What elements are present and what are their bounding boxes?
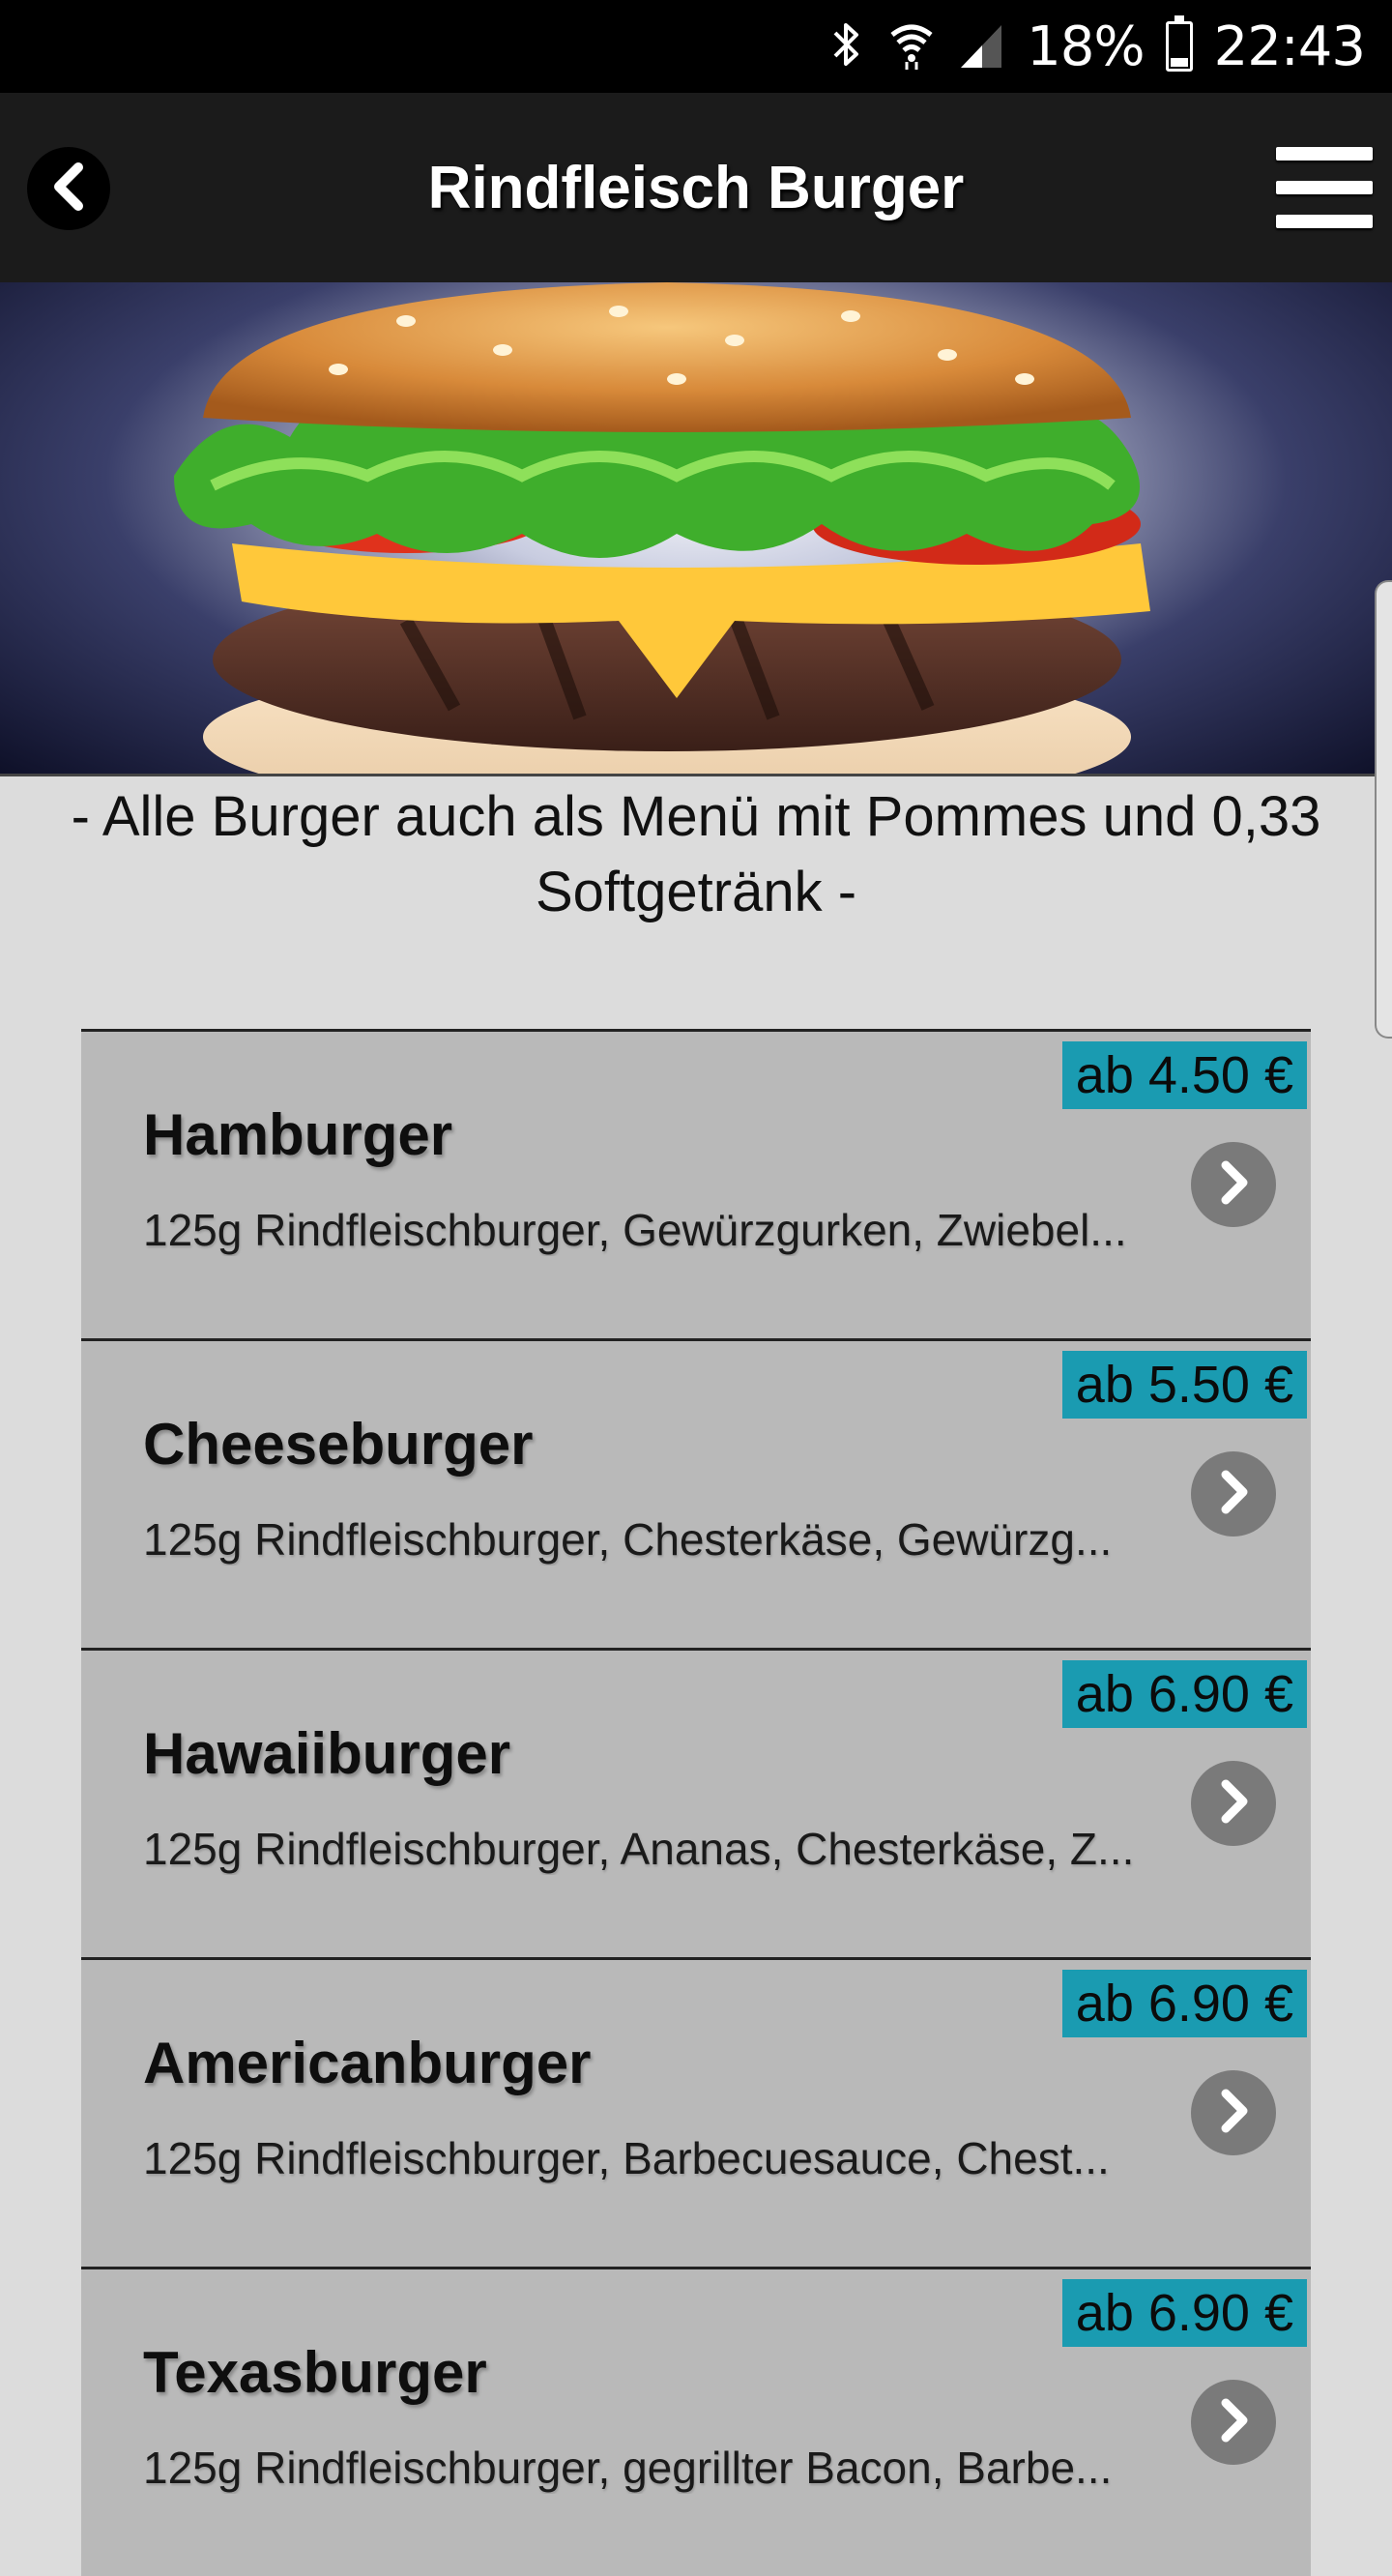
hero-image	[0, 282, 1392, 774]
item-name: Americanburger	[143, 2031, 592, 2095]
price-badge: ab 4.50 €	[1061, 1041, 1307, 1109]
chevron-right-icon	[1214, 2088, 1253, 2139]
item-detail-button[interactable]	[1191, 2380, 1276, 2465]
burger-illustration	[174, 282, 1150, 774]
item-description: 125g Rindfleischburger, Chesterkäse, Gew…	[143, 1514, 1113, 1565]
signal-icon	[957, 17, 1005, 76]
item-detail-button[interactable]	[1191, 1761, 1276, 1846]
status-bar: 18% 22:43	[0, 0, 1392, 93]
item-name: Hawaiiburger	[143, 1721, 511, 1786]
battery-percent: 18%	[1027, 15, 1145, 78]
list-item[interactable]: ab 6.90 € Texasburger 125g Rindfleischbu…	[81, 2267, 1311, 2576]
list-item[interactable]: ab 4.50 € Hamburger 125g Rindfleischburg…	[81, 1029, 1311, 1338]
app-header: Rindfleisch Burger	[0, 93, 1392, 282]
hamburger-menu-button[interactable]	[1276, 147, 1373, 228]
status-icons: 18% 22:43	[827, 0, 1366, 93]
item-description: 125g Rindfleischburger, Gewürzgurken, Zw…	[143, 1205, 1127, 1255]
chevron-right-icon	[1214, 1159, 1253, 1211]
item-name: Cheeseburger	[143, 1412, 534, 1477]
battery-icon	[1165, 15, 1193, 72]
list-item[interactable]: ab 5.50 € Cheeseburger 125g Rindfleischb…	[81, 1338, 1311, 1648]
menu-list: ab 4.50 € Hamburger 125g Rindfleischburg…	[81, 1029, 1311, 2576]
scroll-handle[interactable]	[1375, 580, 1392, 1039]
list-item[interactable]: ab 6.90 € Hawaiiburger 125g Rindfleischb…	[81, 1648, 1311, 1957]
price-badge: ab 6.90 €	[1061, 1660, 1307, 1728]
menu-bar	[1276, 147, 1373, 161]
item-detail-button[interactable]	[1191, 1142, 1276, 1227]
menu-bar	[1276, 181, 1373, 194]
item-description: 125g Rindfleischburger, gegrillter Bacon…	[143, 2443, 1113, 2493]
menu-bar	[1276, 215, 1373, 228]
notice-line-2: Softgetränk -	[535, 861, 857, 923]
bluetooth-icon	[827, 17, 866, 76]
menu-notice: - Alle Burger auch als Menü mit Pommes u…	[0, 774, 1392, 938]
notice-line-1: - Alle Burger auch als Menü mit Pommes u…	[71, 785, 1321, 848]
item-name: Texasburger	[143, 2340, 487, 2405]
item-name: Hamburger	[143, 1102, 453, 1167]
price-badge: ab 5.50 €	[1061, 1351, 1307, 1419]
item-description: 125g Rindfleischburger, Ananas, Chesterk…	[143, 1824, 1135, 1874]
chevron-right-icon	[1214, 1469, 1253, 1520]
clock: 22:43	[1213, 15, 1366, 78]
chevron-right-icon	[1214, 1778, 1253, 1830]
wifi-icon	[887, 17, 936, 76]
list-item[interactable]: ab 6.90 € Americanburger 125g Rindfleisc…	[81, 1957, 1311, 2267]
item-description: 125g Rindfleischburger, Barbecuesauce, C…	[143, 2133, 1110, 2183]
page-title: Rindfleisch Burger	[427, 154, 965, 221]
chevron-right-icon	[1214, 2397, 1253, 2448]
price-badge: ab 6.90 €	[1061, 1970, 1307, 2037]
item-detail-button[interactable]	[1191, 2070, 1276, 2155]
price-badge: ab 6.90 €	[1061, 2279, 1307, 2347]
item-detail-button[interactable]	[1191, 1451, 1276, 1537]
